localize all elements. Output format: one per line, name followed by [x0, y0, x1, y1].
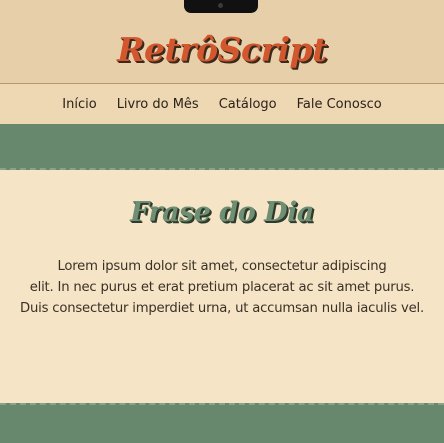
device-notch — [184, 0, 258, 13]
decorative-band-bottom — [0, 403, 444, 443]
quote-line: Duis consectetur imperdiet urna, ut accu… — [20, 301, 424, 316]
quote-line: Lorem ipsum dolor sit amet, consectetur … — [57, 259, 387, 274]
nav-item-fale-conosco[interactable]: Fale Conosco — [297, 97, 382, 112]
nav-item-inicio[interactable]: Início — [62, 97, 96, 112]
decorative-band-top — [0, 124, 444, 170]
nav-item-catalogo[interactable]: Catálogo — [219, 97, 277, 112]
quote-title: Frase do Dia — [130, 197, 314, 228]
main-nav: Início Livro do Mês Catálogo Fale Conosc… — [0, 84, 444, 124]
quote-line: elit. In nec purus et erat pretium place… — [29, 280, 415, 295]
quote-section: Frase do Dia Lorem ipsum dolor sit amet,… — [0, 170, 444, 403]
nav-item-livro-do-mes[interactable]: Livro do Mês — [117, 97, 199, 112]
site-logo[interactable]: RetrôScript — [0, 28, 444, 72]
quote-text: Lorem ipsum dolor sit amet, consectetur … — [0, 256, 444, 319]
camera-dot — [218, 3, 223, 8]
